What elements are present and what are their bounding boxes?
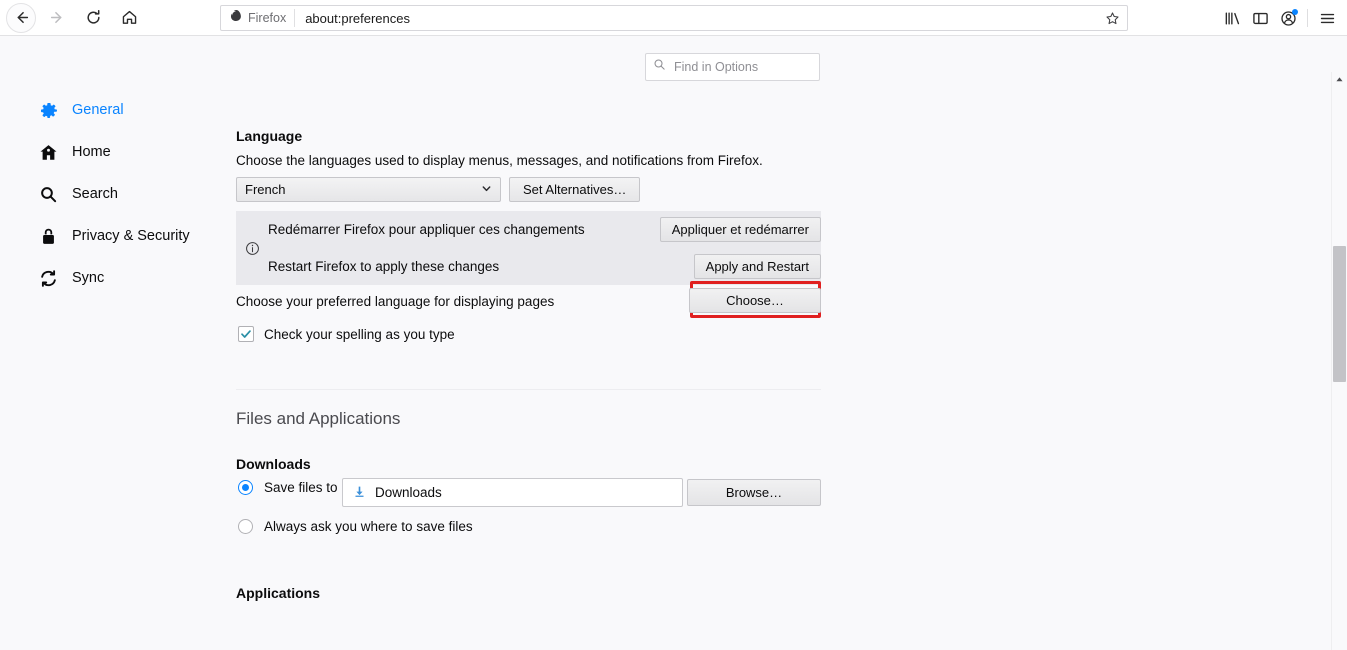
scrollbar-up-arrow-icon[interactable] [1332, 72, 1347, 87]
search-icon [38, 184, 58, 204]
preferred-language-label: Choose your preferred language for displ… [236, 294, 554, 309]
sidebar-item-general[interactable]: General [0, 96, 230, 124]
toolbar-right-group [1218, 0, 1341, 36]
sidebar-item-label: Sync [72, 270, 104, 286]
sidebar-item-label: Privacy & Security [72, 228, 190, 244]
account-notification-badge [1292, 9, 1298, 15]
firefox-logo-icon [230, 9, 243, 27]
page-scrollbar[interactable] [1331, 72, 1347, 650]
bookmark-star-icon[interactable] [1100, 6, 1124, 30]
notification-text-english: Restart Firefox to apply these changes [268, 259, 499, 274]
spellcheck-row[interactable]: Check your spelling as you type [238, 326, 455, 342]
url-text[interactable]: about:preferences [295, 11, 1100, 26]
section-divider [236, 389, 821, 390]
sync-icon [38, 268, 58, 288]
identity-label: Firefox [248, 11, 286, 25]
reload-button[interactable] [78, 3, 108, 33]
download-folder-input[interactable]: Downloads [342, 478, 683, 507]
set-alternatives-label: Set Alternatives… [523, 182, 626, 197]
notification-text-french: Redémarrer Firefox pour appliquer ces ch… [268, 222, 585, 237]
appliquer-et-redemarrer-button[interactable]: Appliquer et redémarrer [660, 217, 821, 242]
language-dropdown-value: French [245, 182, 481, 197]
apply-and-restart-label: Apply and Restart [706, 259, 809, 274]
home-icon [38, 142, 58, 162]
sidebar-item-home[interactable]: Home [0, 138, 230, 166]
notification-row-french: Redémarrer Firefox pour appliquer ces ch… [268, 211, 821, 248]
sidebar-item-label: General [72, 102, 124, 118]
back-button[interactable] [6, 3, 36, 33]
toolbar-divider [1307, 9, 1308, 27]
browse-button-label: Browse… [726, 485, 782, 500]
url-bar[interactable]: Firefox about:preferences [220, 5, 1128, 31]
notification-row-english: Restart Firefox to apply these changes A… [268, 248, 821, 285]
always-ask-label: Always ask you where to save files [264, 519, 473, 534]
search-icon [653, 58, 666, 76]
sidebar-item-label: Home [72, 144, 111, 160]
library-icon[interactable] [1218, 4, 1246, 32]
spellcheck-label: Check your spelling as you type [264, 327, 455, 342]
language-description: Choose the languages used to display men… [236, 153, 763, 168]
set-alternatives-button[interactable]: Set Alternatives… [509, 177, 640, 202]
always-ask-row[interactable]: Always ask you where to save files [238, 519, 473, 534]
notification-rows: Redémarrer Firefox pour appliquer ces ch… [268, 211, 821, 285]
sidebar-toggle-icon[interactable] [1246, 4, 1274, 32]
appliquer-et-redemarrer-label: Appliquer et redémarrer [672, 222, 809, 237]
files-and-applications-heading: Files and Applications [236, 409, 400, 429]
search-input[interactable] [672, 59, 812, 75]
sidebar-item-sync[interactable]: Sync [0, 264, 230, 292]
apply-and-restart-button[interactable]: Apply and Restart [694, 254, 821, 279]
find-in-options-box[interactable] [645, 53, 820, 81]
forward-button [42, 3, 72, 33]
hamburger-menu-icon[interactable] [1313, 4, 1341, 32]
browse-button[interactable]: Browse… [687, 479, 821, 506]
language-dropdown[interactable]: French [236, 177, 501, 202]
downloads-heading: Downloads [236, 456, 311, 472]
choose-button-label: Choose… [726, 293, 784, 308]
sidebar-item-search[interactable]: Search [0, 180, 230, 208]
info-icon [236, 241, 268, 256]
gear-icon [38, 100, 58, 120]
applications-heading: Applications [236, 585, 320, 601]
scrollbar-thumb[interactable] [1333, 246, 1346, 382]
save-files-to-label: Save files to [264, 480, 338, 495]
download-folder-value: Downloads [375, 485, 442, 500]
identity-box[interactable]: Firefox [221, 9, 295, 27]
browser-toolbar: Firefox about:preferences [0, 0, 1347, 36]
choose-button[interactable]: Choose… [689, 288, 821, 313]
sidebar-item-label: Search [72, 186, 118, 202]
spellcheck-checkbox[interactable] [238, 326, 254, 342]
sidebar-item-privacy-security[interactable]: Privacy & Security [0, 222, 230, 250]
download-arrow-icon [353, 485, 366, 501]
save-files-to-row[interactable]: Save files to [238, 480, 338, 495]
account-icon[interactable] [1274, 4, 1302, 32]
always-ask-radio[interactable] [238, 519, 253, 534]
chevron-down-icon [481, 182, 492, 197]
home-button[interactable] [114, 3, 144, 33]
restart-notification-bar: Redémarrer Firefox pour appliquer ces ch… [236, 211, 821, 285]
language-heading: Language [236, 128, 302, 144]
save-files-to-radio[interactable] [238, 480, 253, 495]
preferences-sidebar: General Home Search [0, 96, 230, 306]
lock-icon [38, 226, 58, 246]
preferences-page: General Home Search [0, 36, 1347, 614]
